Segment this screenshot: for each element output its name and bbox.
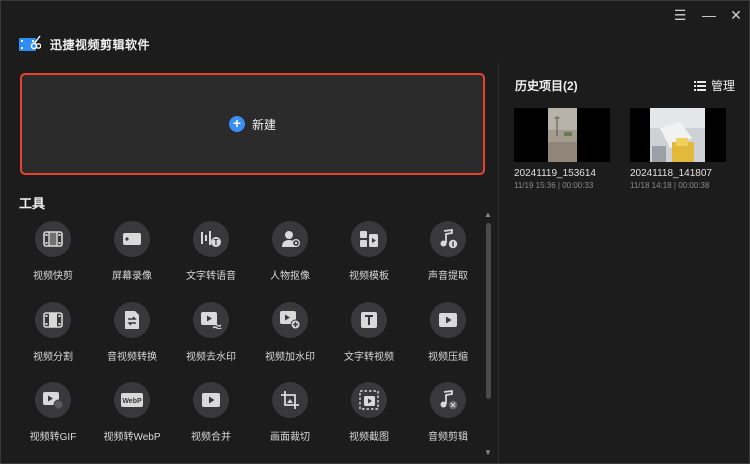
merge-icon: [193, 382, 229, 418]
minimize-icon[interactable]: —: [698, 5, 720, 25]
history-title: 历史项目(2): [515, 79, 578, 93]
tool-label: 屏幕录像: [112, 271, 152, 282]
app-title: 迅捷视频剪辑软件: [50, 37, 151, 52]
app-logo-icon: [19, 35, 41, 51]
title-bar: ☰ — ✕: [1, 1, 750, 31]
app-header: 迅捷视频剪辑软件: [19, 33, 150, 55]
history-item[interactable]: 20241119_153614 11/19 15:36 | 00:00:33: [514, 108, 610, 190]
tool-video-merge[interactable]: 视频合并: [171, 382, 251, 446]
tools-heading: 工具: [19, 196, 46, 211]
camera-record-icon: [114, 221, 150, 257]
tool-label: 人物抠像: [270, 271, 310, 282]
list-icon: [694, 80, 706, 91]
tool-video-split[interactable]: 视频分割: [13, 302, 93, 366]
history-item-name: 20241118_141807: [630, 168, 712, 179]
split-icon: [35, 302, 71, 338]
tool-text-to-speech[interactable]: T 文字转语音: [171, 221, 251, 285]
tool-label: 音频剪辑: [428, 432, 468, 443]
remove-watermark-icon: [193, 302, 229, 338]
history-item-name: 20241119_153614: [514, 168, 596, 179]
webp-badge-text: WebP: [122, 398, 142, 405]
person-cutout-icon: [272, 221, 308, 257]
scroll-up-arrow-icon[interactable]: ▲: [484, 211, 492, 219]
tool-remove-watermark[interactable]: 视频去水印: [171, 302, 251, 366]
text-to-speech-icon: T: [193, 221, 229, 257]
video-thumbnail: [514, 108, 610, 162]
tool-person-cutout[interactable]: 人物抠像: [250, 221, 330, 285]
manage-label: 管理: [711, 79, 736, 93]
scroll-down-arrow-icon[interactable]: ▼: [484, 449, 492, 457]
add-watermark-icon: [272, 302, 308, 338]
tool-video-to-gif[interactable]: 视频转GIF: [13, 382, 93, 446]
tool-screen-record[interactable]: 屏幕录像: [92, 221, 172, 285]
gif-icon: [35, 382, 71, 418]
video-thumbnail: [630, 108, 726, 162]
tool-av-convert[interactable]: 音视频转换: [92, 302, 172, 366]
tool-label: 视频快剪: [33, 271, 73, 282]
tools-scrollbar[interactable]: [486, 223, 491, 399]
history-item-meta: 11/19 15:36 | 00:00:33: [514, 181, 594, 190]
screenshot-icon: [351, 382, 387, 418]
webp-icon: WebP: [114, 382, 150, 418]
tool-label: 视频加水印: [265, 352, 315, 363]
tool-label: 画面裁切: [270, 432, 310, 443]
tool-label: 视频压缩: [428, 352, 468, 363]
close-icon[interactable]: ✕: [725, 5, 747, 25]
tool-label: 文字转语音: [186, 271, 236, 282]
manage-button[interactable]: 管理: [694, 77, 735, 94]
history-item[interactable]: 20241118_141807 11/18 14:18 | 00:00:38: [630, 108, 726, 190]
tool-video-compress[interactable]: 视频压缩: [408, 302, 488, 366]
tool-video-quick-cut[interactable]: 视频快剪: [13, 221, 93, 285]
tool-label: 声音提取: [428, 271, 468, 282]
tool-label: 视频合并: [191, 432, 231, 443]
panel-divider: [498, 63, 499, 463]
template-icon: [351, 221, 387, 257]
tool-audio-edit[interactable]: 音频剪辑: [408, 382, 488, 446]
convert-icon: [114, 302, 150, 338]
tool-label: 音视频转换: [107, 352, 157, 363]
compress-icon: [430, 302, 466, 338]
audio-edit-icon: [430, 382, 466, 418]
film-icon: [35, 221, 71, 257]
tool-label: 视频去水印: [186, 352, 236, 363]
history-item-meta: 11/18 14:18 | 00:00:38: [630, 181, 710, 190]
music-extract-icon: [430, 221, 466, 257]
tool-video-to-webp[interactable]: WebP 视频转WebP: [92, 382, 172, 446]
tool-label: 视频转GIF: [29, 432, 77, 443]
new-project-label: 新建: [251, 117, 276, 132]
text-to-video-icon: [351, 302, 387, 338]
tool-video-template[interactable]: 视频模板: [329, 221, 409, 285]
svg-text:T: T: [214, 238, 219, 247]
plus-icon: +: [228, 116, 245, 132]
tool-label: 视频转WebP: [103, 432, 161, 443]
tool-add-watermark[interactable]: 视频加水印: [250, 302, 330, 366]
tool-audio-extract[interactable]: 声音提取: [408, 221, 488, 285]
new-project-button[interactable]: + 新建: [20, 73, 485, 175]
tool-label: 视频模板: [349, 271, 389, 282]
tool-label: 文字转视频: [344, 352, 394, 363]
tool-label: 视频截图: [349, 432, 389, 443]
menu-icon[interactable]: ☰: [669, 5, 691, 25]
app-window: ☰ — ✕ 迅捷视频剪辑软件 + 新建 工具 视频快剪 屏幕录像 T 文字转语音…: [0, 0, 750, 464]
tool-crop[interactable]: 画面裁切: [250, 382, 330, 446]
tool-video-screenshot[interactable]: 视频截图: [329, 382, 409, 446]
tool-label: 视频分割: [33, 352, 73, 363]
tool-text-to-video[interactable]: 文字转视频: [329, 302, 409, 366]
crop-icon: [272, 382, 308, 418]
